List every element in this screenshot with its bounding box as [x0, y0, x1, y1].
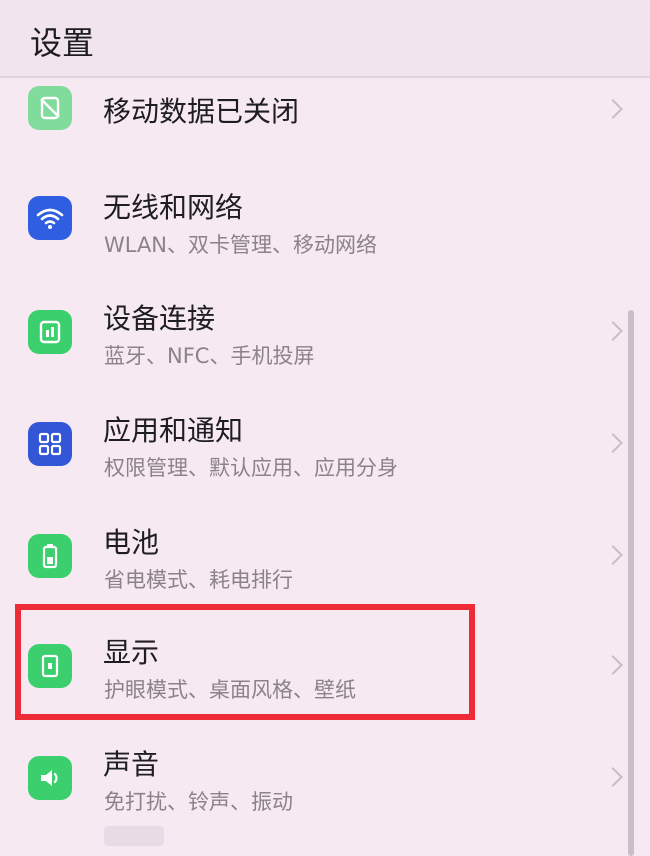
sound-icon — [28, 756, 72, 800]
chevron-right-icon — [603, 545, 623, 565]
settings-item-title: 设备连接 — [103, 302, 216, 335]
battery-icon — [28, 534, 72, 578]
device-connection-icon — [28, 310, 72, 354]
settings-item-subtitle: 蓝牙、NFC、手机投屏 — [104, 344, 315, 368]
settings-item-subtitle: 权限管理、默认应用、应用分身 — [104, 456, 398, 480]
apps-icon — [28, 422, 72, 466]
chevron-right-icon — [603, 655, 623, 675]
chevron-right-icon — [603, 433, 623, 453]
scrollbar[interactable] — [628, 310, 634, 856]
wifi-icon — [28, 196, 72, 240]
settings-item-device-connection[interactable]: 设备连接 蓝牙、NFC、手机投屏 — [0, 294, 650, 404]
chevron-right-icon — [603, 99, 623, 119]
settings-item-subtitle: WLAN、双卡管理、移动网络 — [104, 233, 378, 257]
settings-item-subtitle: 免打扰、铃声、振动 — [104, 790, 293, 814]
settings-item-title: 应用和通知 — [103, 414, 244, 447]
settings-item-title: 电池 — [103, 526, 160, 559]
page-title: 设置 — [30, 24, 95, 62]
highlight-box — [15, 604, 475, 720]
settings-item-sound[interactable]: 声音 免打扰、铃声、振动 — [0, 740, 650, 850]
app-header: 设置 — [0, 0, 650, 78]
chevron-right-icon — [603, 767, 623, 787]
mobile-data-icon — [28, 86, 72, 130]
settings-item-mobile-data[interactable]: 移动数据已关闭 — [0, 78, 650, 188]
settings-item-title: 无线和网络 — [103, 191, 244, 224]
settings-item-title: 声音 — [103, 748, 160, 781]
settings-item-subtitle: 省电模式、耗电排行 — [104, 568, 293, 592]
settings-item-apps-notifications[interactable]: 应用和通知 权限管理、默认应用、应用分身 — [0, 406, 650, 516]
chevron-right-icon — [603, 321, 623, 341]
next-item-peek — [104, 826, 164, 846]
settings-item-title: 移动数据已关闭 — [103, 95, 300, 128]
settings-item-wireless-network[interactable]: 无线和网络 WLAN、双卡管理、移动网络 — [0, 183, 650, 293]
